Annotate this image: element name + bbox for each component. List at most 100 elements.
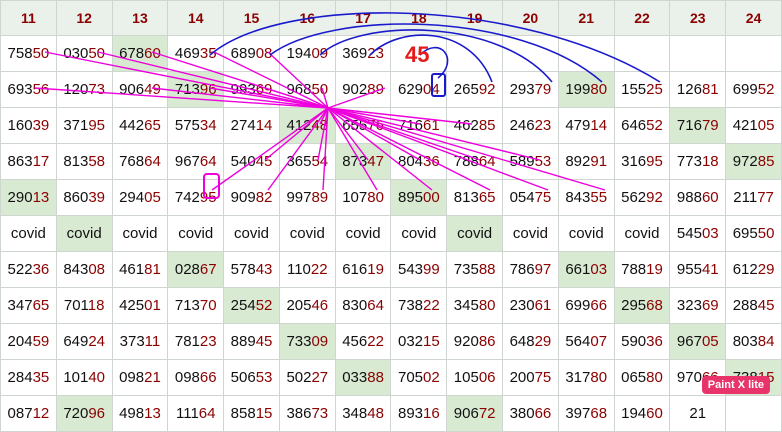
cell-prefix: 786: [509, 261, 535, 278]
table-cell: 64924: [55, 323, 113, 360]
cell-prefix: 120: [63, 81, 89, 98]
table-cell: 70502: [390, 359, 448, 396]
cell-prefix: 461: [119, 261, 145, 278]
cell-prefix: 997: [286, 189, 312, 206]
table-cell: 95541: [669, 251, 727, 288]
cell-prefix: 804: [398, 153, 424, 170]
cell-prefix: 788: [453, 153, 479, 170]
table-cell: 71396: [167, 71, 225, 108]
table-cell: 20459: [0, 323, 57, 360]
cell-prefix: 863: [7, 153, 33, 170]
table-cell: 67860: [111, 35, 169, 72]
cell-suffix: 81: [144, 261, 161, 278]
table-cell: 74295: [167, 179, 225, 216]
cell-suffix: 29: [534, 333, 552, 350]
cell-suffix: 08: [88, 261, 106, 278]
cell-prefix: 543: [398, 261, 424, 278]
table-cell: 36554: [278, 143, 336, 180]
cell-suffix: 95: [199, 189, 217, 206]
cell-suffix: 24: [88, 333, 106, 350]
cell-prefix: 105: [453, 369, 479, 386]
cell-suffix: 09: [311, 333, 329, 350]
cell-suffix: 05: [144, 189, 161, 206]
column-header: 12: [55, 0, 113, 36]
cell-prefix: 033: [342, 369, 368, 386]
cell-suffix: 64: [367, 297, 384, 314]
cell-prefix: 479: [565, 117, 591, 134]
cell-prefix: 316: [621, 153, 647, 170]
cell-prefix: 649: [63, 333, 89, 350]
table-cell: 29568: [613, 287, 671, 324]
cell-suffix: 18: [87, 297, 105, 314]
table-row: 69356 12073 90649 71396 99369 96850 90289 62904…: [0, 71, 782, 108]
cell-suffix: 03: [701, 225, 719, 242]
table-cell: [557, 35, 615, 72]
cell-prefix: 773: [676, 153, 702, 170]
cell-suffix: 82: [255, 189, 273, 206]
table-cell: 96705: [669, 323, 727, 360]
cell-prefix: 506: [230, 369, 256, 386]
cell-prefix: 347: [7, 297, 33, 314]
cell-prefix: 199: [565, 81, 591, 98]
cell-suffix: 88: [478, 261, 496, 278]
table-cell: 34765: [0, 287, 57, 324]
table-cell: 89500: [390, 179, 448, 216]
table-row: 29013 86039 29405 74295 90982 99789 10780 89500…: [0, 179, 782, 216]
cell-prefix: 629: [398, 81, 424, 98]
cell-prefix: 194: [286, 45, 312, 62]
table-cell: 78819: [613, 251, 671, 288]
table-cell: 99789: [278, 179, 336, 216]
table-cell: 71679: [669, 107, 727, 144]
table-cell: 37311: [111, 323, 169, 360]
cell-suffix: 65: [32, 297, 50, 314]
cell-suffix: 52: [646, 117, 663, 134]
cell-suffix: 15: [255, 405, 273, 422]
table-cell: 47914: [557, 107, 615, 144]
watermark: Paint X lite: [701, 376, 770, 394]
cell-suffix: 66: [590, 297, 608, 314]
table-cell: 45622: [334, 323, 392, 360]
cell-suffix: 95: [88, 117, 106, 134]
table-cell: 34580: [446, 287, 504, 324]
cell-prefix: 699: [565, 297, 591, 314]
cell-suffix: 91: [590, 153, 608, 170]
table-cell: 57534: [167, 107, 225, 144]
table-cell: 29405: [111, 179, 169, 216]
cell-prefix: 920: [453, 333, 479, 350]
table-cell: 10780: [334, 179, 392, 216]
cell-prefix: 843: [565, 189, 591, 206]
table-cell: 06580: [613, 359, 671, 396]
table-cell: 88945: [223, 323, 280, 360]
cell-prefix: 955: [676, 261, 702, 278]
cell-suffix: 96: [88, 405, 106, 422]
cell-prefix: 988: [676, 189, 702, 206]
table-cell: 50653: [223, 359, 280, 396]
column-header: 23: [669, 0, 727, 36]
cell-suffix: 60: [646, 405, 663, 422]
table-cell: 42105: [725, 107, 782, 144]
cell-prefix: 735: [453, 261, 479, 278]
cell-suffix: 17: [32, 153, 50, 170]
table-cell: 69550: [725, 215, 782, 252]
table-cell: 90289: [334, 71, 392, 108]
table-cell: [725, 35, 782, 72]
cell-suffix: 36: [423, 153, 440, 170]
table-cell: 19409: [278, 35, 336, 72]
table-cell: 62904: [390, 71, 448, 108]
cell-prefix: 293: [509, 81, 535, 98]
table-cell: covid: [502, 215, 559, 252]
cell-suffix: 47: [367, 153, 384, 170]
cell-suffix: 19: [646, 261, 663, 278]
table-cell: 58953: [502, 143, 559, 180]
cell-prefix: 646: [621, 117, 647, 134]
table-cell: 49813: [111, 395, 169, 432]
cell-prefix: 970: [676, 369, 702, 386]
cell-prefix: 701: [63, 297, 88, 314]
table-cell: 21177: [725, 179, 782, 216]
cell-prefix: 616: [342, 261, 368, 278]
column-header: 20: [502, 0, 559, 36]
table-cell: 85815: [223, 395, 280, 432]
cell-prefix: 230: [509, 297, 535, 314]
cell-prefix: 032: [398, 333, 424, 350]
cell-suffix: 05: [701, 333, 719, 350]
